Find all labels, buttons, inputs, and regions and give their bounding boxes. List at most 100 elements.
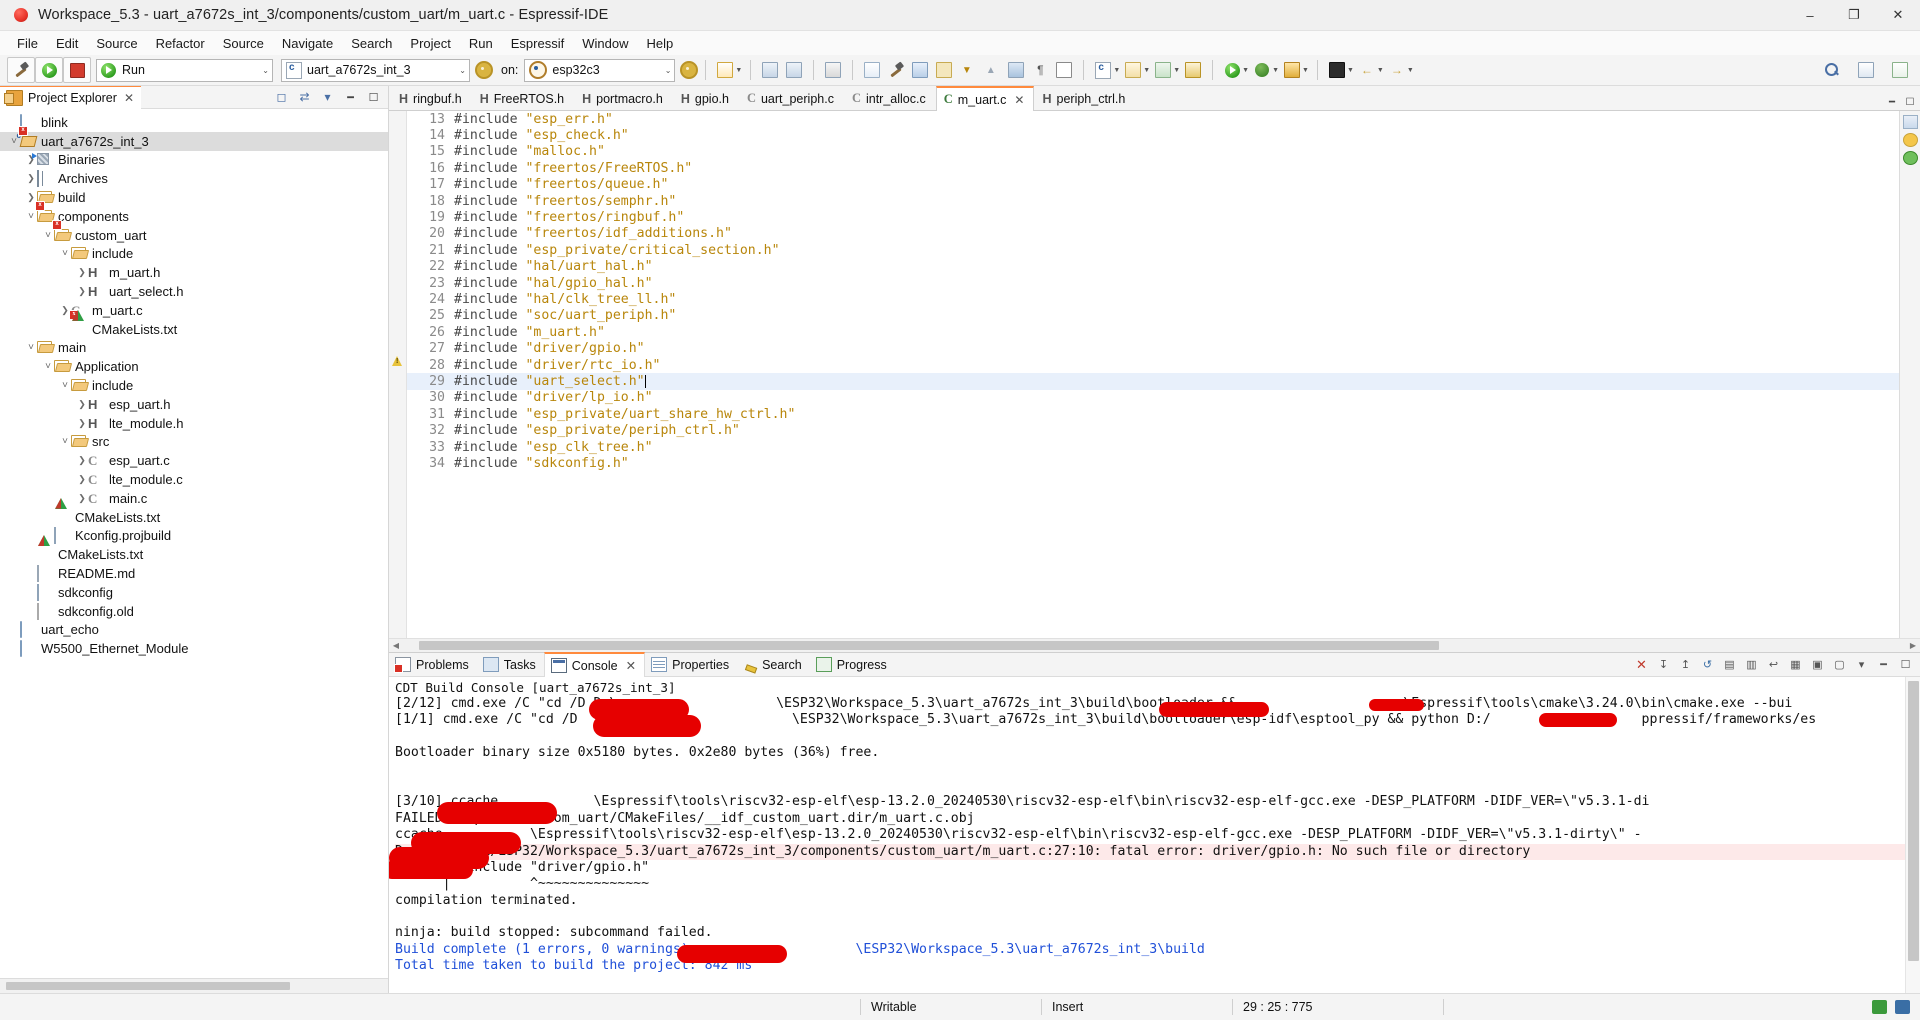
build-all-button[interactable] bbox=[884, 58, 908, 82]
menu-help[interactable]: Help bbox=[637, 33, 682, 54]
menu-run[interactable]: Run bbox=[460, 33, 502, 54]
tree-item-w5500-ethernet-module[interactable]: W5500_Ethernet_Module bbox=[0, 639, 388, 658]
console-menu-icon[interactable]: ▾ bbox=[1853, 657, 1870, 673]
search-refs-button[interactable] bbox=[1151, 58, 1175, 82]
tree-item-archives[interactable]: ❯ Archives bbox=[0, 169, 388, 188]
menu-source-2[interactable]: Source bbox=[214, 33, 273, 54]
link-with-editor-icon[interactable]: ⇄ bbox=[296, 89, 313, 105]
hscroll-right-arrow-icon[interactable]: ▶ bbox=[1906, 641, 1920, 650]
pilcrow-button[interactable]: ¶ bbox=[1028, 58, 1052, 82]
code-line[interactable]: 16 #include "freertos/FreeRTOS.h" bbox=[407, 160, 1899, 176]
twisty-collapsed-icon[interactable]: ❯ bbox=[76, 418, 88, 429]
editor-tab-uart-periph-c[interactable]: Cuart_periph.c bbox=[739, 86, 844, 110]
tree-item-uart-echo[interactable]: uart_echo bbox=[0, 621, 388, 640]
tree-item-esp-uart-c[interactable]: ❯ Cesp_uart.c bbox=[0, 451, 388, 470]
print-button[interactable] bbox=[821, 58, 845, 82]
menu-edit[interactable]: Edit bbox=[47, 33, 87, 54]
tree-item-esp-uart-h[interactable]: ❯ Hesp_uart.h bbox=[0, 395, 388, 414]
tree-item-include[interactable]: ˅ include bbox=[0, 376, 388, 395]
chevron-down-icon[interactable]: ⌄ bbox=[254, 66, 269, 75]
editor-hscroll-thumb[interactable] bbox=[419, 641, 1439, 650]
chevron-down-icon[interactable]: ⌄ bbox=[451, 66, 466, 75]
twisty-expanded-icon[interactable]: ˅ bbox=[59, 248, 71, 259]
minimize-view-icon[interactable]: ━ bbox=[342, 89, 359, 105]
editor-tab-intr-alloc-c[interactable]: Cintr_alloc.c bbox=[844, 86, 936, 110]
target-combo[interactable]: esp32c3 ⌄ bbox=[524, 58, 676, 82]
menu-espressif[interactable]: Espressif bbox=[502, 33, 573, 54]
menu-file[interactable]: File bbox=[8, 33, 47, 54]
quick-access-button[interactable] bbox=[1820, 58, 1844, 82]
twisty-collapsed-icon[interactable]: ❯ bbox=[76, 399, 88, 410]
code-line[interactable]: 13 #include "esp_err.h" bbox=[407, 111, 1899, 127]
tree-item-kconfig-projbuild[interactable]: Kconfig.projbuild bbox=[0, 527, 388, 546]
twisty-collapsed-icon[interactable]: ❯ bbox=[76, 286, 88, 297]
code-line[interactable]: 25 #include "soc/uart_periph.h" bbox=[407, 308, 1899, 324]
twisty-collapsed-icon[interactable]: ❯ bbox=[76, 267, 88, 278]
pin-console-icon[interactable]: ↥ bbox=[1677, 657, 1694, 673]
new-class-button[interactable] bbox=[1121, 58, 1145, 82]
code-line[interactable]: 29 #include "uart_select.h" bbox=[407, 373, 1899, 390]
open-element-button[interactable] bbox=[860, 58, 884, 82]
pin-icon[interactable]: ▢ bbox=[1831, 657, 1848, 673]
menu-window[interactable]: Window bbox=[573, 33, 637, 54]
clear-console-icon[interactable]: ↺ bbox=[1699, 657, 1716, 673]
new-c-project-button[interactable] bbox=[1091, 58, 1115, 82]
code-content[interactable]: 13 #include "esp_err.h" 14 #include "esp_ch… bbox=[407, 111, 1899, 638]
editor-tab-gpio-h[interactable]: Hgpio.h bbox=[673, 86, 739, 110]
editor-tab-periph-ctrl-h[interactable]: Hperiph_ctrl.h bbox=[1034, 86, 1135, 110]
minimize-button[interactable]: – bbox=[1788, 0, 1832, 30]
editor-hscrollbar[interactable]: ◀ ▶ bbox=[389, 638, 1920, 652]
tree-item-cmakelists-txt[interactable]: CMakeLists.txt bbox=[0, 320, 388, 339]
close-icon[interactable]: ✕ bbox=[626, 658, 636, 673]
twisty-collapsed-icon[interactable]: ❯ bbox=[76, 474, 88, 485]
tree-item-m-uart-h[interactable]: ❯ Hm_uart.h bbox=[0, 263, 388, 282]
twisty-expanded-icon[interactable]: ˅ bbox=[59, 436, 71, 447]
editor-tab-freertos-h[interactable]: H FreeRTOS.h bbox=[472, 86, 574, 110]
tree-item-custom-uart[interactable]: ˅ custom_uart bbox=[0, 219, 388, 245]
project-tree[interactable]: blink˅cuart_a7672s_int_3❯Binaries❯Archiv… bbox=[0, 109, 388, 978]
target-settings-button[interactable] bbox=[677, 58, 701, 82]
chevron-down-icon[interactable]: ⌄ bbox=[657, 66, 672, 75]
debug-button[interactable] bbox=[1250, 58, 1274, 82]
console-tab-properties[interactable]: Properties bbox=[645, 653, 737, 676]
console-tab-problems[interactable]: Problems bbox=[389, 653, 477, 676]
console-output[interactable]: [2/12] cmd.exe /C "cd /D D:\ \ESP32\Work… bbox=[389, 696, 1920, 975]
tree-item-lte-module-c[interactable]: ❯ Clte_module.c bbox=[0, 470, 388, 489]
console-body[interactable]: CDT Build Console [uart_a7672s_int_3] [2… bbox=[389, 677, 1920, 993]
tree-item-blink[interactable]: blink bbox=[0, 113, 388, 132]
tree-item-uart-select-h[interactable]: ❯ Huart_select.h bbox=[0, 282, 388, 301]
code-line[interactable]: 31 #include "esp_private/uart_share_hw_ct… bbox=[407, 406, 1899, 422]
editor-tab-portmacro-h[interactable]: Hportmacro.h bbox=[574, 86, 673, 110]
code-line[interactable]: 15 #include "malloc.h" bbox=[407, 144, 1899, 160]
tree-item-src[interactable]: ˅ src bbox=[0, 433, 388, 452]
close-icon[interactable]: ✕ bbox=[1014, 93, 1024, 107]
stop-button[interactable] bbox=[63, 57, 91, 83]
twisty-expanded-icon[interactable]: ˅ bbox=[42, 230, 54, 241]
twisty-collapsed-icon[interactable]: ❯ bbox=[76, 493, 88, 504]
c-perspective-button[interactable] bbox=[1888, 58, 1912, 82]
source-editor[interactable]: 13 #include "esp_err.h" 14 #include "esp_ch… bbox=[389, 111, 1920, 638]
tree-item-m-uart-c[interactable]: ❯Cm_uart.c bbox=[0, 301, 388, 320]
editor-tab-m-uart-c[interactable]: Cm_uart.c ✕ bbox=[935, 86, 1035, 111]
build-button[interactable] bbox=[7, 57, 35, 83]
code-line[interactable]: 21 #include "esp_private/critical_section… bbox=[407, 242, 1899, 258]
view-menu-icon[interactable]: ▾ bbox=[319, 89, 336, 105]
console-tab-console[interactable]: Console ✕ bbox=[543, 652, 646, 677]
tree-item-cmakelists-txt[interactable]: CMakeLists.txt bbox=[0, 508, 388, 527]
twisty-collapsed-icon[interactable]: ❯ bbox=[76, 455, 88, 466]
editor-overview-ruler[interactable] bbox=[1899, 111, 1920, 638]
code-line[interactable]: 24 #include "hal/clk_tree_ll.h" bbox=[407, 291, 1899, 307]
tree-item-sdkconfig[interactable]: sdkconfig bbox=[0, 583, 388, 602]
hscroll-left-arrow-icon[interactable]: ◀ bbox=[389, 641, 403, 650]
project-settings-button[interactable] bbox=[472, 58, 496, 82]
collapse-all-icon[interactable]: ◻ bbox=[273, 89, 290, 105]
debug-config-button[interactable] bbox=[908, 58, 932, 82]
scroll-lock-icon[interactable]: ↧ bbox=[1655, 657, 1672, 673]
maximize-view-icon[interactable]: ☐ bbox=[365, 89, 382, 105]
code-line[interactable]: 28 #include "driver/rtc_io.h" bbox=[407, 357, 1899, 373]
code-line[interactable]: 14 #include "esp_check.h" bbox=[407, 127, 1899, 143]
tree-item-lte-module-h[interactable]: ❯ Hlte_module.h bbox=[0, 414, 388, 433]
project-combo[interactable]: uart_a7672s_int_3 ⌄ bbox=[281, 58, 470, 82]
code-line[interactable]: 22 #include "hal/uart_hal.h" bbox=[407, 259, 1899, 275]
back-button[interactable]: ← bbox=[1355, 58, 1379, 82]
